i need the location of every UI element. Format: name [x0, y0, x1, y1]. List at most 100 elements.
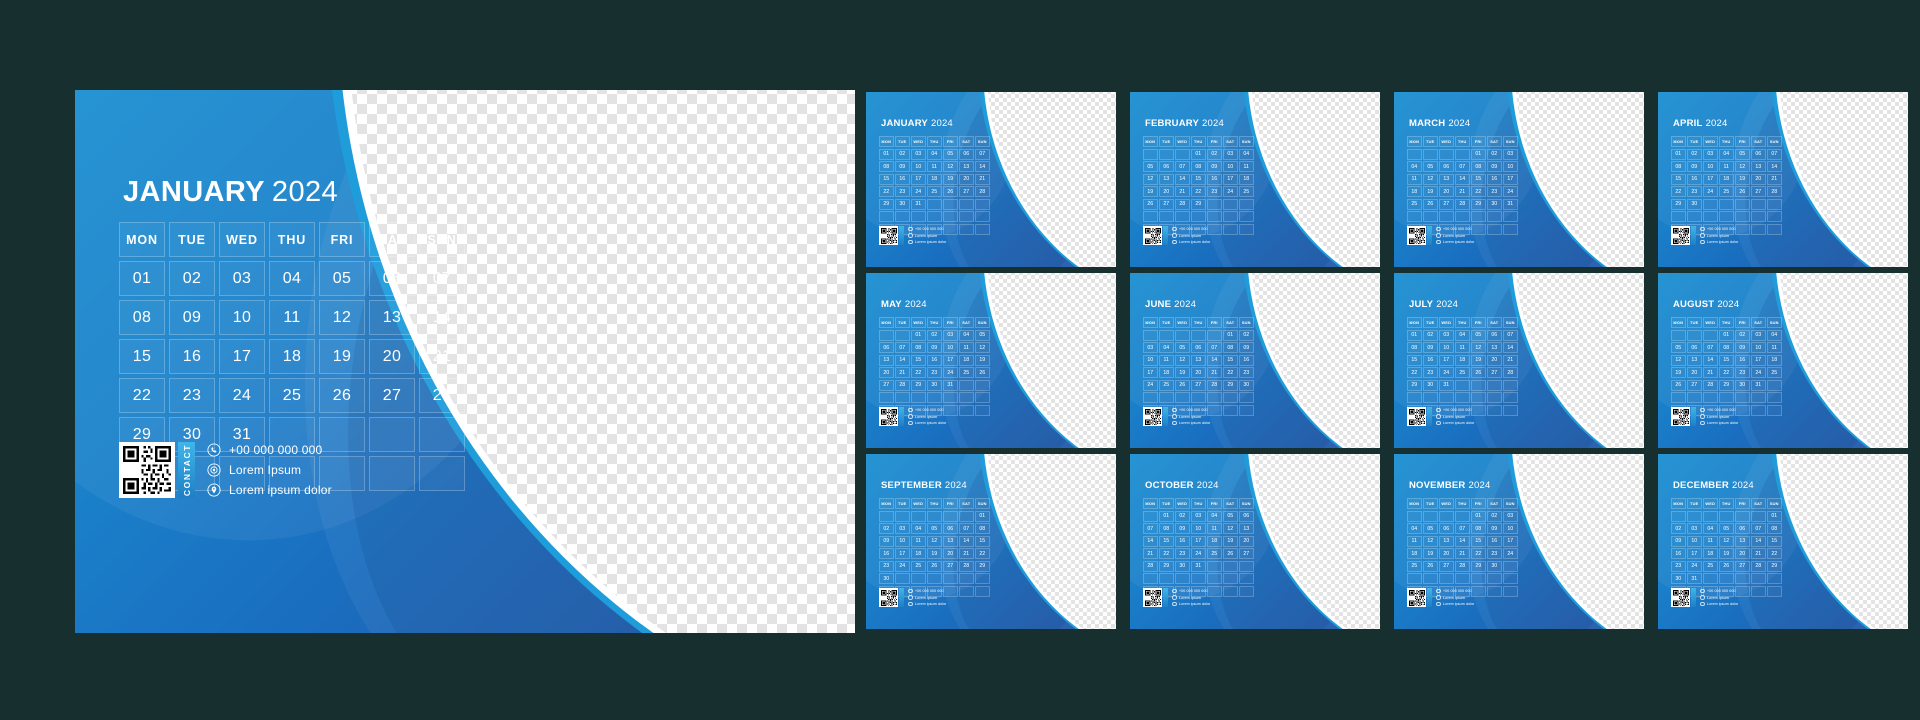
day-cell[interactable]: 23: [1175, 548, 1190, 559]
day-cell[interactable]: 05: [1423, 161, 1438, 172]
day-cell[interactable]: 27: [1487, 367, 1502, 378]
day-cell[interactable]: 29: [879, 198, 894, 210]
day-cell[interactable]: 15: [975, 535, 990, 547]
thumbnail-contact-line[interactable]: Lorem ipsum dolor: [1436, 239, 1474, 245]
day-cell[interactable]: 20: [1239, 535, 1254, 547]
day-cell[interactable]: 27: [1239, 548, 1254, 559]
day-cell[interactable]: 02: [1207, 148, 1222, 160]
day-cell[interactable]: 30: [927, 379, 942, 391]
day-cell[interactable]: 13: [1191, 354, 1206, 366]
day-cell[interactable]: 17: [1503, 173, 1518, 185]
day-cell[interactable]: 18: [269, 339, 315, 374]
day-cell[interactable]: 10: [911, 161, 926, 172]
qr-code[interactable]: [879, 407, 898, 426]
day-cell[interactable]: 20: [1159, 186, 1174, 197]
day-cell[interactable]: 09: [1735, 342, 1750, 353]
day-cell[interactable]: 09: [1175, 523, 1190, 534]
thumbnail-contact-line[interactable]: +00 000 000 000: [1436, 407, 1474, 413]
day-cell[interactable]: 11: [1455, 342, 1470, 353]
day-cell[interactable]: 06: [1439, 161, 1454, 172]
day-cell[interactable]: 08: [1191, 161, 1206, 172]
day-cell[interactable]: 06: [1487, 329, 1502, 341]
day-cell[interactable]: 20: [879, 367, 894, 378]
day-cell[interactable]: 15: [1767, 535, 1782, 547]
day-cell[interactable]: 01: [1671, 148, 1686, 160]
day-cell[interactable]: 29: [975, 560, 990, 572]
thumbnail-contact-line[interactable]: Lorem Ipsum: [1436, 233, 1474, 238]
day-cell[interactable]: 08: [1767, 523, 1782, 534]
day-cell[interactable]: 25: [927, 186, 942, 197]
day-cell[interactable]: 05: [1423, 523, 1438, 534]
day-cell[interactable]: 11: [1407, 173, 1422, 185]
month-thumbnail-february[interactable]: FEBRUARY 2024 MON TUE WED THU FRI SAT SUN 01 02 03 0…: [1130, 92, 1380, 267]
day-cell[interactable]: 13: [1687, 354, 1702, 366]
day-cell[interactable]: 30: [1687, 198, 1702, 210]
day-cell[interactable]: 28: [419, 378, 465, 413]
day-cell[interactable]: 04: [1207, 510, 1222, 522]
day-cell[interactable]: 19: [1719, 548, 1734, 559]
qr-code[interactable]: [1671, 588, 1690, 607]
day-cell[interactable]: 23: [1207, 186, 1222, 197]
day-cell[interactable]: 18: [1239, 173, 1254, 185]
day-cell[interactable]: 29: [1191, 198, 1206, 210]
day-cell[interactable]: 22: [1223, 367, 1238, 378]
day-cell[interactable]: 15: [1159, 535, 1174, 547]
day-cell[interactable]: 29: [1767, 560, 1782, 572]
day-cell[interactable]: 15: [1191, 173, 1206, 185]
day-cell[interactable]: 10: [1703, 161, 1718, 172]
day-cell[interactable]: 10: [1751, 342, 1766, 353]
day-cell[interactable]: 16: [1671, 548, 1686, 559]
day-cell[interactable]: 05: [1671, 342, 1686, 353]
day-cell[interactable]: 31: [1687, 573, 1702, 584]
day-cell[interactable]: 14: [1503, 342, 1518, 353]
day-cell[interactable]: 06: [1751, 148, 1766, 160]
day-cell[interactable]: 25: [1207, 548, 1222, 559]
day-cell[interactable]: 02: [1239, 329, 1254, 341]
day-cell[interactable]: 28: [1207, 379, 1222, 391]
day-cell[interactable]: 14: [1703, 354, 1718, 366]
day-cell[interactable]: 19: [943, 173, 958, 185]
day-cell[interactable]: 01: [1471, 510, 1486, 522]
day-cell[interactable]: 06: [1687, 342, 1702, 353]
day-cell[interactable]: 30: [1239, 379, 1254, 391]
day-cell[interactable]: 08: [1407, 342, 1422, 353]
day-cell[interactable]: 29: [1407, 379, 1422, 391]
day-cell[interactable]: 25: [1239, 186, 1254, 197]
day-cell[interactable]: 15: [1471, 173, 1486, 185]
day-cell[interactable]: 29: [1719, 379, 1734, 391]
day-cell[interactable]: 28: [895, 379, 910, 391]
day-cell[interactable]: 03: [1503, 148, 1518, 160]
day-cell[interactable]: 11: [1703, 535, 1718, 547]
day-cell[interactable]: 28: [975, 186, 990, 197]
day-cell[interactable]: 30: [1487, 560, 1502, 572]
day-cell[interactable]: 23: [1487, 186, 1502, 197]
day-cell[interactable]: 17: [895, 548, 910, 559]
day-cell[interactable]: 18: [1207, 535, 1222, 547]
day-cell[interactable]: 03: [1143, 342, 1158, 353]
day-cell[interactable]: 18: [1407, 548, 1422, 559]
day-cell[interactable]: 01: [1767, 510, 1782, 522]
month-thumbnail-may[interactable]: MAY 2024 MON TUE WED THU FRI SAT SUN 01 02 03 04 05 06…: [866, 273, 1116, 448]
day-cell[interactable]: 17: [943, 354, 958, 366]
day-cell[interactable]: 21: [959, 548, 974, 559]
day-cell[interactable]: 16: [1735, 354, 1750, 366]
day-cell[interactable]: 27: [1159, 198, 1174, 210]
day-cell[interactable]: 05: [975, 329, 990, 341]
day-cell[interactable]: 22: [1159, 548, 1174, 559]
day-cell[interactable]: 02: [895, 148, 910, 160]
day-cell[interactable]: 15: [1719, 354, 1734, 366]
day-cell[interactable]: 12: [1423, 173, 1438, 185]
day-cell[interactable]: 21: [419, 339, 465, 374]
qr-code[interactable]: [1671, 226, 1690, 245]
day-cell[interactable]: 02: [169, 261, 215, 296]
day-cell[interactable]: 28: [1175, 198, 1190, 210]
day-cell[interactable]: 18: [911, 548, 926, 559]
day-cell[interactable]: 26: [319, 378, 365, 413]
day-cell[interactable]: 24: [1503, 548, 1518, 559]
day-cell[interactable]: 04: [1239, 148, 1254, 160]
day-cell[interactable]: 10: [1503, 523, 1518, 534]
day-cell[interactable]: 10: [219, 300, 265, 335]
day-cell[interactable]: 15: [879, 173, 894, 185]
day-cell[interactable]: 11: [911, 535, 926, 547]
day-cell[interactable]: 16: [927, 354, 942, 366]
